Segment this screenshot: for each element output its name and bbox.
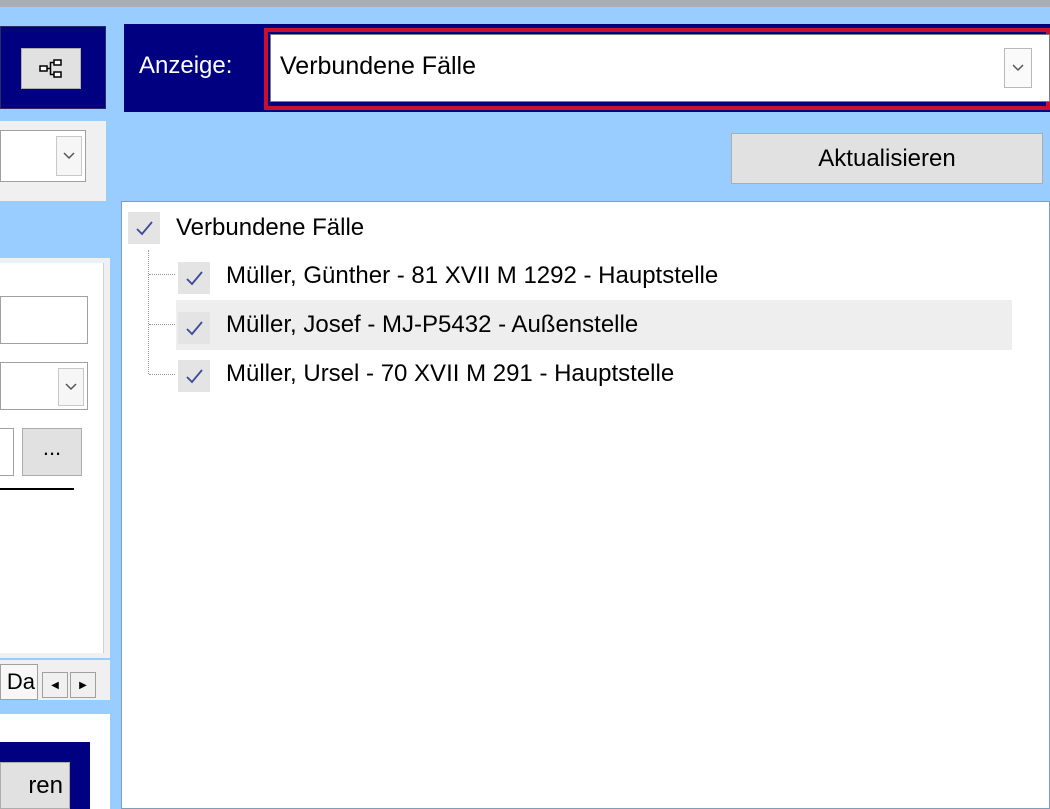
tree-node-case[interactable]: Müller, Ursel - 70 XVII M 291 - Hauptste…	[226, 356, 674, 392]
tab-partial[interactable]: Da	[0, 664, 38, 700]
tree-connector	[149, 324, 175, 325]
arrow-left-icon: ◀	[51, 679, 59, 691]
left-combo-toggle[interactable]	[58, 368, 84, 406]
window-top-border	[0, 0, 1050, 7]
case-check[interactable]	[178, 360, 210, 392]
browse-button[interactable]: ...	[22, 428, 82, 476]
view-combo-toggle[interactable]	[1004, 48, 1032, 88]
tree-connector	[149, 374, 175, 375]
checkmark-icon	[186, 321, 203, 336]
checkmark-icon	[186, 271, 203, 286]
tree-connector-vertical	[148, 250, 149, 374]
tree-view-button[interactable]	[21, 48, 81, 89]
divider-line	[0, 488, 74, 490]
checkmark-icon	[186, 369, 203, 384]
view-label: Anzeige:	[139, 52, 233, 79]
tab-scroll-right-button[interactable]: ▶	[70, 672, 96, 698]
left-text-field[interactable]	[0, 296, 88, 344]
root-check[interactable]	[128, 212, 160, 244]
bottom-action-button[interactable]: ren	[0, 762, 70, 809]
refresh-button[interactable]: Aktualisieren	[731, 133, 1043, 184]
tab-scroll-left-button[interactable]: ◀	[42, 672, 68, 698]
case-check[interactable]	[178, 312, 210, 344]
tree-root-label[interactable]: Verbundene Fälle	[176, 210, 364, 246]
checkmark-icon	[136, 221, 153, 236]
view-combo-value: Verbundene Fälle	[280, 52, 476, 80]
tree-node-case[interactable]: Müller, Günther - 81 XVII M 1292 - Haupt…	[226, 258, 718, 294]
left-dropdown-toggle[interactable]	[56, 136, 82, 176]
chevron-down-icon	[63, 152, 75, 160]
case-check[interactable]	[178, 262, 210, 294]
left-band	[0, 210, 110, 258]
hierarchy-tree-icon	[39, 58, 62, 78]
chevron-down-icon	[1012, 64, 1024, 72]
left-lookup-field[interactable]	[0, 428, 14, 476]
chevron-down-icon	[65, 383, 77, 391]
arrow-right-icon: ▶	[79, 679, 87, 691]
tree-connector	[149, 274, 175, 275]
tree-node-case[interactable]: Müller, Josef - MJ-P5432 - Außenstelle	[226, 307, 638, 343]
